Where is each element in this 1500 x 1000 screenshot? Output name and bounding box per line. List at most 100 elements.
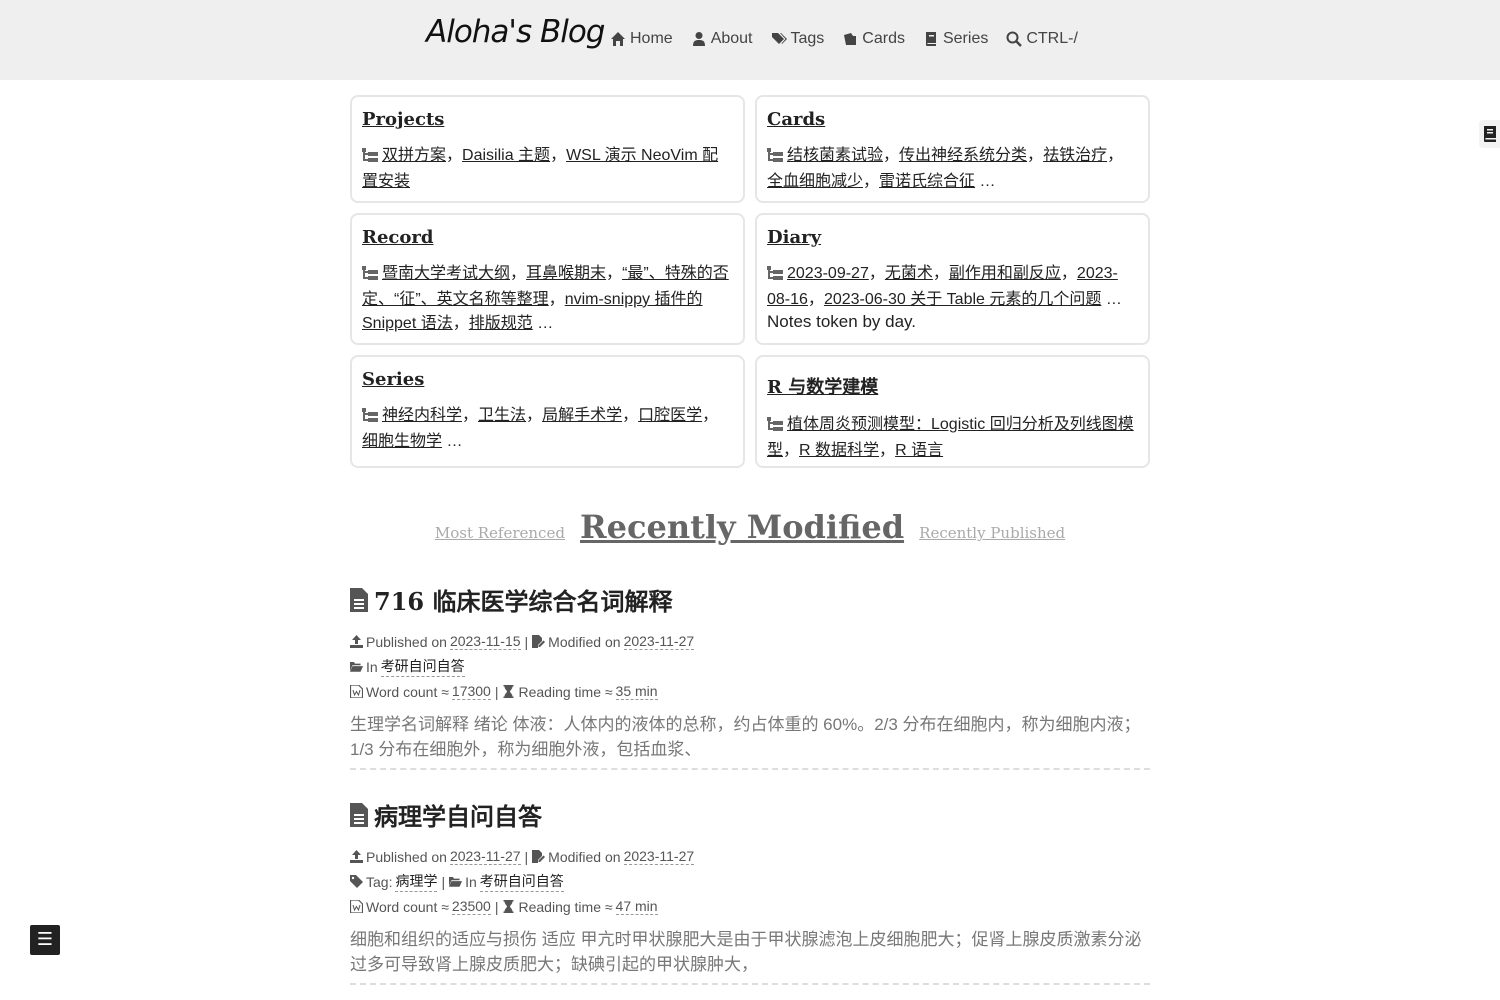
nav-about-label: About bbox=[710, 30, 753, 47]
more-ellipsis: … bbox=[1105, 291, 1122, 308]
card-title[interactable]: Diary bbox=[767, 227, 1138, 248]
card-link[interactable]: 副作用和副反应 bbox=[949, 265, 1061, 282]
post-item: 716 临床医学综合名词解释 Published on 2023-11-15 |… bbox=[350, 582, 1150, 770]
upload-icon bbox=[350, 850, 363, 863]
card-links: 神经内科学，卫生法，局解手术学，口腔医学，细胞生物学 … bbox=[362, 406, 719, 450]
card-r-modeling: R 与数学建模 植体周炎预测模型：Logistic 回归分析及列线图模型，R 数… bbox=[755, 355, 1150, 468]
file-edit-icon bbox=[532, 635, 546, 648]
card-link[interactable]: 雷诺氏综合征 bbox=[879, 173, 975, 190]
post-title-text: 716 临床医学综合名词解释 bbox=[374, 587, 673, 616]
tag-label: Tag: bbox=[366, 873, 393, 890]
nav-search[interactable]: CTRL-/ bbox=[1006, 30, 1078, 48]
post-excerpt: 生理学名词解释 绪论 体液：人体内的液体的总称，约占体重的 60%。2/3 分布… bbox=[350, 712, 1150, 770]
post-title[interactable]: 病理学自问自答 bbox=[350, 797, 1150, 832]
post-excerpt: 细胞和组织的适应与损伤 适应 甲亢时甲状腺肥大是由于甲状腺滤泡上皮细胞肥大；促肾… bbox=[350, 927, 1150, 985]
tree-icon bbox=[767, 146, 783, 170]
published-label: Published on bbox=[366, 633, 447, 650]
card-link[interactable]: 神经内科学 bbox=[382, 407, 462, 424]
card-description: Notes token by day. bbox=[767, 312, 916, 331]
category-link[interactable]: 考研自问自答 bbox=[479, 871, 564, 892]
nav-home[interactable]: Home bbox=[610, 30, 673, 48]
card-link[interactable]: 暨南大学考试大纲 bbox=[382, 265, 510, 282]
hourglass-icon bbox=[503, 900, 514, 913]
card-link[interactable]: 排版规范 bbox=[469, 315, 533, 332]
published-date: 2023-11-15 bbox=[449, 633, 521, 650]
card-link[interactable]: 细胞生物学 bbox=[362, 433, 442, 450]
nav-series[interactable]: Series bbox=[923, 30, 988, 48]
word-count: 23500 bbox=[451, 898, 491, 915]
more-ellipsis: … bbox=[537, 315, 554, 332]
site-header: Aloha's Blog Home About Tags Cards Serie… bbox=[0, 0, 1500, 80]
tree-icon bbox=[767, 264, 783, 288]
tag-link[interactable]: 病理学 bbox=[395, 871, 438, 892]
search-icon bbox=[1006, 31, 1023, 47]
card-link[interactable]: 结核菌素试验 bbox=[787, 147, 883, 164]
post-title[interactable]: 716 临床医学综合名词解释 bbox=[350, 582, 1150, 617]
book-icon bbox=[1483, 126, 1496, 142]
card-link[interactable]: 传出神经系统分类 bbox=[899, 147, 1027, 164]
nav-series-label: Series bbox=[942, 30, 989, 47]
tree-icon bbox=[362, 406, 378, 430]
card-link[interactable]: Daisilia 主题 bbox=[462, 147, 550, 164]
reading-time: 35 min bbox=[615, 683, 658, 700]
word-count-label: Word count ≈ bbox=[366, 683, 449, 700]
nav-cards[interactable]: Cards bbox=[842, 30, 905, 48]
menu-button[interactable]: ☰ bbox=[30, 925, 60, 955]
card-title[interactable]: Projects bbox=[362, 109, 733, 130]
card-link[interactable]: 2023-09-27 bbox=[787, 265, 869, 282]
tab-recently-modified[interactable]: Recently Modified bbox=[580, 508, 904, 546]
card-link[interactable]: R 数据科学 bbox=[799, 442, 879, 459]
reading-time-label: Reading time ≈ bbox=[518, 683, 613, 700]
tree-icon bbox=[362, 146, 378, 170]
tab-most-referenced[interactable]: Most Referenced bbox=[435, 524, 565, 542]
post-meta: Published on 2023-11-15 | Modified on 20… bbox=[350, 629, 1150, 704]
word-count-label: Word count ≈ bbox=[366, 898, 449, 915]
nav-tags-label: Tags bbox=[790, 30, 825, 47]
word-count: 17300 bbox=[451, 683, 491, 700]
menu-icon: ☰ bbox=[36, 929, 54, 950]
user-icon bbox=[692, 32, 705, 46]
tree-icon bbox=[362, 264, 378, 288]
post-sort-tabs: Most Referenced Recently Modified Recent… bbox=[0, 508, 1500, 546]
card-link[interactable]: 口腔医学 bbox=[638, 407, 702, 424]
more-ellipsis: … bbox=[446, 433, 463, 450]
post-stats: Word count ≈ 23500 | Reading time ≈ 47 m… bbox=[350, 894, 1150, 919]
card-link[interactable]: R 语言 bbox=[895, 442, 943, 459]
card-title[interactable]: Series bbox=[362, 369, 733, 390]
card-link[interactable]: 双拼方案 bbox=[382, 147, 446, 164]
modified-date: 2023-11-27 bbox=[623, 848, 695, 865]
more-ellipsis: … bbox=[979, 173, 996, 190]
toc-toggle-button[interactable] bbox=[1479, 120, 1500, 148]
modified-label: Modified on bbox=[548, 848, 621, 865]
folder-open-icon bbox=[449, 877, 463, 887]
post-item: 病理学自问自答 Published on 2023-11-27 | Modifi… bbox=[350, 797, 1150, 985]
card-link[interactable]: 卫生法 bbox=[478, 407, 526, 424]
tag-icon bbox=[350, 875, 363, 888]
card-link[interactable]: 无菌术 bbox=[885, 265, 933, 282]
reading-time-label: Reading time ≈ bbox=[518, 898, 613, 915]
nav-search-label: CTRL-/ bbox=[1026, 30, 1078, 47]
card-link[interactable]: 2023-06-30 关于 Table 元素的几个问题 bbox=[824, 291, 1101, 308]
card-link[interactable]: 全血细胞减少 bbox=[767, 173, 863, 190]
main-nav: Home About Tags Cards Series CTRL-/ bbox=[610, 30, 1078, 48]
published-date: 2023-11-27 bbox=[449, 848, 521, 865]
card-title[interactable]: Cards bbox=[767, 109, 1138, 130]
category-link[interactable]: 考研自问自答 bbox=[380, 656, 465, 677]
card-link[interactable]: 祛铁治疗 bbox=[1043, 147, 1107, 164]
card-series: Series 神经内科学，卫生法，局解手术学，口腔医学，细胞生物学 … bbox=[350, 355, 745, 468]
nav-about[interactable]: About bbox=[691, 30, 753, 48]
nav-tags[interactable]: Tags bbox=[771, 30, 825, 48]
tree-icon bbox=[767, 415, 783, 439]
card-title[interactable]: R 与数学建模 bbox=[767, 373, 1138, 399]
file-icon bbox=[350, 587, 368, 612]
card-record: Record 暨南大学考试大纲，耳鼻喉期末，“最”、特殊的否定、“征”、英文名称… bbox=[350, 213, 745, 345]
card-link[interactable]: 局解手术学 bbox=[542, 407, 622, 424]
in-label: In bbox=[366, 658, 378, 675]
card-links: 植体周炎预测模型：Logistic 回归分析及列线图模型，R 数据科学，R 语言 bbox=[767, 415, 1134, 459]
card-title[interactable]: Record bbox=[362, 227, 733, 248]
card-link[interactable]: 耳鼻喉期末 bbox=[526, 265, 606, 282]
word-file-icon bbox=[350, 900, 363, 913]
published-label: Published on bbox=[366, 848, 447, 865]
tab-recently-published[interactable]: Recently Published bbox=[919, 524, 1065, 542]
site-logo[interactable]: Aloha's Blog bbox=[426, 14, 605, 50]
